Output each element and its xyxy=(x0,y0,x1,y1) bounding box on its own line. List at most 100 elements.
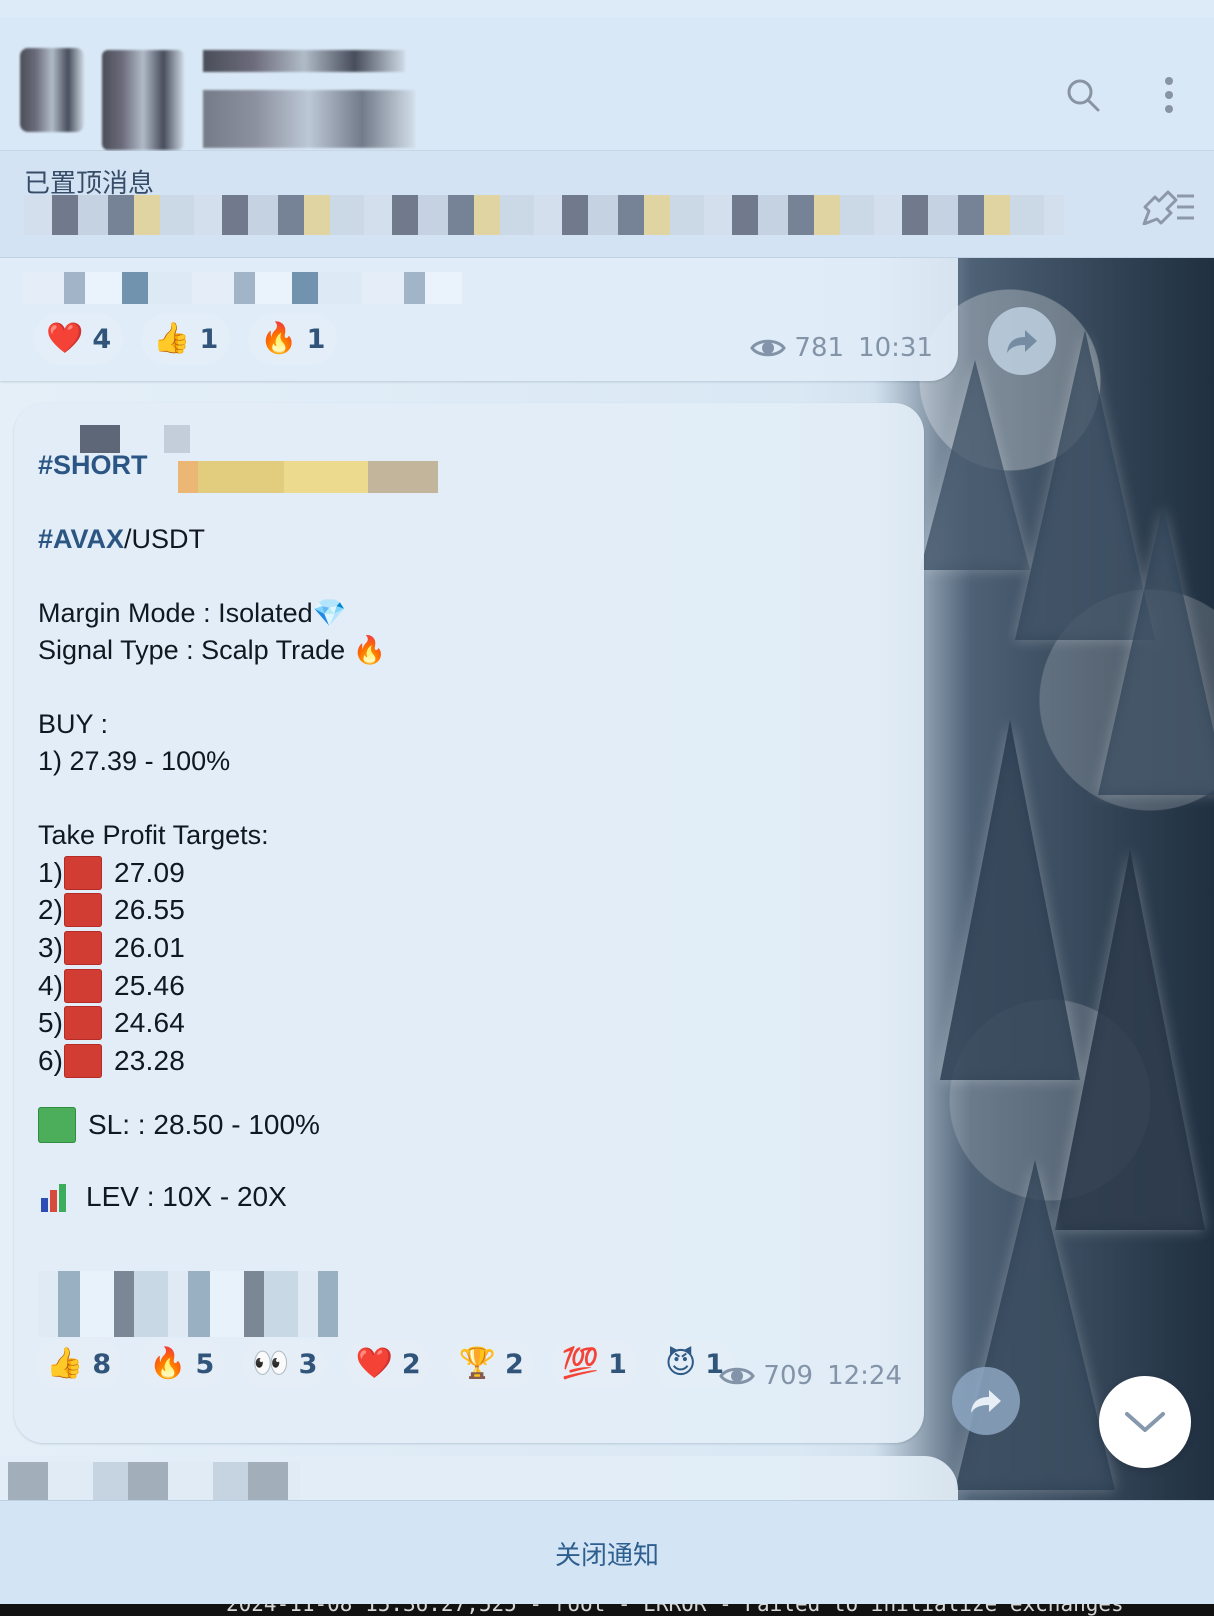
forward-icon[interactable] xyxy=(988,307,1056,375)
red-square-icon xyxy=(64,1043,102,1078)
blurred-channel-title xyxy=(203,50,405,72)
terminal-log-text: 2024-11-08 15:36:27,525 - root - ERROR -… xyxy=(226,1604,1124,1616)
target-index: 1) xyxy=(38,856,63,888)
search-icon[interactable] xyxy=(1062,74,1104,116)
red-square-icon xyxy=(64,930,102,965)
pair-suffix: /USDT xyxy=(124,524,206,554)
reaction-trophy[interactable]: 🏆 2 xyxy=(448,1339,534,1389)
blurred-message-text xyxy=(22,272,462,304)
header-actions xyxy=(1062,74,1190,116)
reaction-heart[interactable]: ❤️ 4 xyxy=(34,313,124,365)
pinned-message-bar[interactable]: 已置顶消息 xyxy=(0,151,1214,258)
target-value: 26.55 xyxy=(114,894,186,926)
red-square-icon xyxy=(64,1006,102,1041)
blurred-back-avatar[interactable] xyxy=(20,48,84,132)
target-index: 4) xyxy=(38,969,63,1001)
chat-header xyxy=(0,18,1214,151)
reaction-heart[interactable]: ❤️ 2 xyxy=(345,1339,431,1389)
views-number: 709 xyxy=(763,1361,814,1391)
bar-chart-icon xyxy=(38,1182,74,1212)
reaction-count: 1 xyxy=(306,323,326,355)
reaction-count: 8 xyxy=(92,1348,112,1380)
reaction-fire[interactable]: 🔥 5 xyxy=(139,1339,225,1389)
reaction-count: 1 xyxy=(608,1348,627,1380)
more-vertical-icon[interactable] xyxy=(1148,74,1190,116)
message-meta: 781 10:31 xyxy=(750,333,933,363)
telegram-channel-window: 已置顶消息 ❤️ 4 👍 1 🔥 1 781 10:31 #SHORT #AVA… xyxy=(0,0,1214,1616)
short-hashtag-link[interactable]: #SHORT xyxy=(38,450,148,480)
thumbs-up-emoji-icon: 👍 xyxy=(46,1346,84,1381)
blurred-channel-avatar[interactable] xyxy=(102,50,184,150)
message-time: 12:24 xyxy=(827,1361,902,1391)
mute-notifications-bar[interactable]: 关闭通知 xyxy=(0,1500,1214,1605)
eye-icon xyxy=(719,1367,756,1385)
view-count: 709 xyxy=(719,1361,813,1391)
take-profit-target-row: 3) 26.01 xyxy=(38,929,288,967)
message-time: 10:31 xyxy=(858,333,933,363)
tree-shape xyxy=(920,360,1030,570)
blurred-signal-footer xyxy=(38,1271,338,1337)
signal-message-bubble[interactable]: #SHORT #AVAX/USDT Margin Mode : Isolated… xyxy=(14,403,924,1443)
reaction-count: 4 xyxy=(92,323,112,355)
reaction-count: 2 xyxy=(401,1348,421,1380)
thumbs-up-emoji-icon: 👍 xyxy=(153,321,191,356)
eye-icon xyxy=(750,339,787,357)
pinned-list-icon[interactable] xyxy=(1138,183,1196,225)
pair-line: #AVAX/USDT xyxy=(38,521,205,558)
red-square-icon xyxy=(64,893,102,928)
smiling-devil-emoji-icon: 😈 xyxy=(664,1346,697,1381)
blurred-pinned-message-preview xyxy=(24,195,1064,235)
reaction-fire[interactable]: 🔥 1 xyxy=(248,313,338,365)
heart-emoji-icon: ❤️ xyxy=(46,321,84,356)
reaction-count: 5 xyxy=(195,1348,215,1380)
take-profit-target-row: 2) 26.55 xyxy=(38,892,288,930)
target-index: 3) xyxy=(38,931,63,963)
take-profit-target-row: 5) 24.64 xyxy=(38,1004,288,1042)
target-value: 24.64 xyxy=(114,1007,186,1039)
target-index: 6) xyxy=(38,1044,63,1076)
tree-shape xyxy=(1098,505,1214,795)
leverage-line: LEV : 10X - 20X xyxy=(38,1181,287,1213)
stop-loss-text: SL: : 28.50 - 100% xyxy=(88,1109,320,1140)
reaction-eyes[interactable]: 👀 3 xyxy=(242,1339,328,1389)
blurred-channel-subtitle xyxy=(203,90,415,148)
green-square-icon xyxy=(38,1107,76,1143)
avax-hashtag-link[interactable]: #AVAX xyxy=(38,524,124,554)
message-reactions: ❤️ 4 👍 1 🔥 1 xyxy=(34,313,338,365)
red-square-icon xyxy=(64,855,102,890)
leverage-text: LEV : 10X - 20X xyxy=(86,1181,287,1212)
stop-loss-line: SL: : 28.50 - 100% xyxy=(38,1107,320,1143)
message-bubble[interactable]: ❤️ 4 👍 1 🔥 1 781 10:31 xyxy=(0,257,958,381)
reaction-count: 2 xyxy=(504,1348,524,1380)
forward-icon[interactable] xyxy=(952,1367,1020,1435)
red-square-icon xyxy=(64,968,102,1003)
short-tag-line: #SHORT xyxy=(38,447,148,484)
target-value: 25.46 xyxy=(114,969,186,1001)
reaction-hundred[interactable]: 💯 1 xyxy=(551,1339,637,1389)
terminal-log-strip: 2024-11-08 15:36:27,525 - root - ERROR -… xyxy=(0,1604,1214,1616)
trophy-emoji-icon: 🏆 xyxy=(458,1346,496,1381)
take-profit-target-row: 1) 27.09 xyxy=(38,854,288,892)
take-profit-target-list: 1) 27.09 2) 26.55 3) 26.01 4) 25.46 5) 2… xyxy=(38,854,288,1080)
tree-shape xyxy=(955,1160,1115,1490)
take-profit-title: Take Profit Targets: xyxy=(38,820,269,850)
reaction-thumbs-up[interactable]: 👍 1 xyxy=(141,313,231,365)
hundred-points-emoji-icon: 💯 xyxy=(561,1346,600,1381)
buy-entry-line: 1) 27.39 - 100% xyxy=(38,746,231,776)
chevron-down-icon[interactable] xyxy=(1099,1376,1191,1468)
mute-notifications-label[interactable]: 关闭通知 xyxy=(555,1535,659,1572)
fire-emoji-icon: 🔥 xyxy=(149,1346,187,1381)
target-value: 27.09 xyxy=(114,856,186,888)
target-index: 5) xyxy=(38,1007,63,1039)
target-value: 23.28 xyxy=(114,1044,186,1076)
reaction-thumbs-up[interactable]: 👍 8 xyxy=(36,1339,122,1389)
heart-emoji-icon: ❤️ xyxy=(355,1346,393,1381)
eyes-emoji-icon: 👀 xyxy=(252,1346,290,1381)
target-index: 2) xyxy=(38,894,63,926)
take-profit-target-row: 4) 25.46 xyxy=(38,967,288,1005)
fire-emoji-icon: 🔥 xyxy=(260,321,298,356)
signal-type-line: Signal Type : Scalp Trade 🔥 xyxy=(38,635,387,665)
message-reactions: 👍 8 🔥 5 👀 3 ❤️ 2 🏆 2 💯 1 😈 1 xyxy=(36,1339,735,1389)
margin-mode-line: Margin Mode : Isolated💎 xyxy=(38,598,347,628)
take-profit-target-row: 6) 23.28 xyxy=(38,1042,288,1080)
